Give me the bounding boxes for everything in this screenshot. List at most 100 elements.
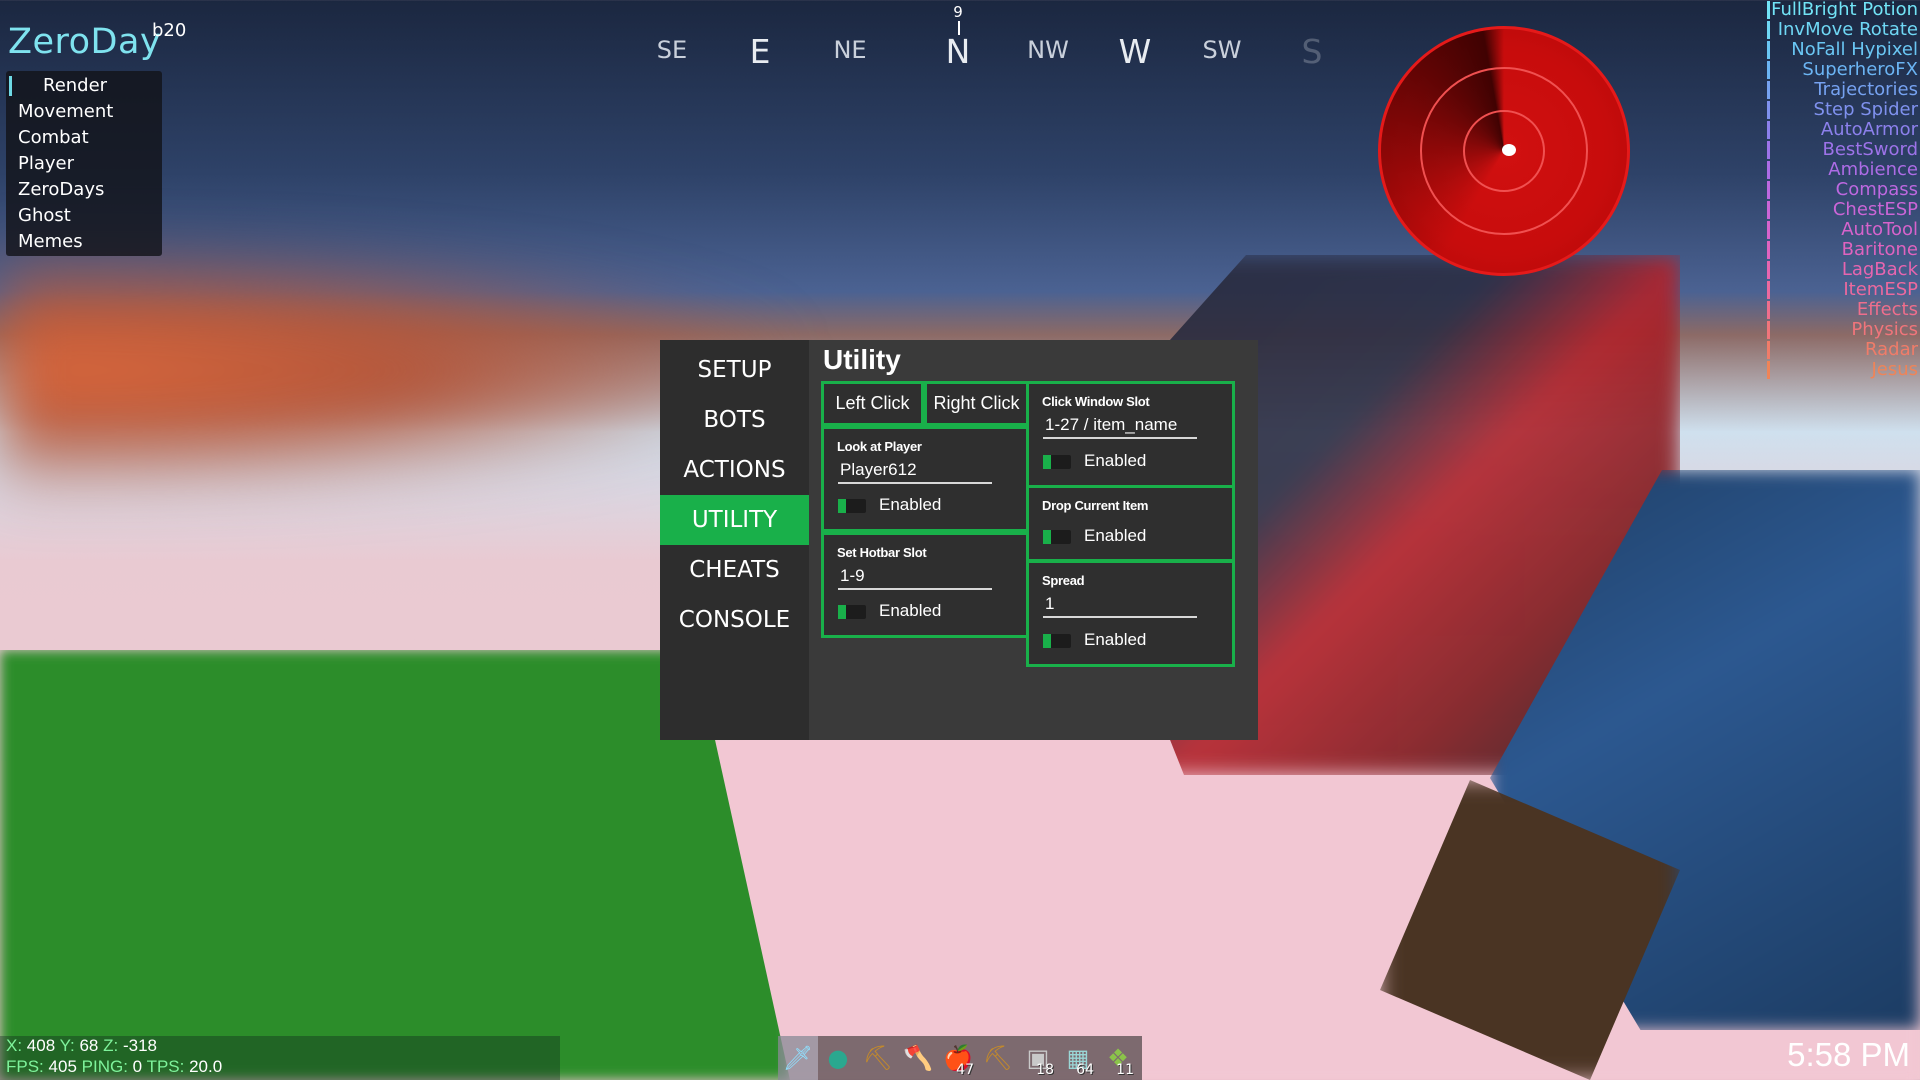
pickaxe-icon: ⛏ (862, 1044, 894, 1072)
hotbar-slot-6[interactable]: ⛏ (978, 1036, 1018, 1080)
tab-cheats[interactable]: CHEATS (660, 545, 809, 595)
set-hotbar-slot-input[interactable] (838, 564, 992, 590)
compass-dir-e: E (749, 32, 771, 71)
module-ambience: Ambience (1767, 160, 1918, 180)
spread-card: Spread Enabled (1026, 560, 1235, 667)
spread-toggle[interactable] (1043, 634, 1071, 648)
ping-value: 0 (132, 1057, 143, 1076)
position-readout: X: 408 Y: 68 Z: -318 (6, 1036, 157, 1056)
set-hotbar-slot-toggle-label: Enabled (879, 601, 942, 620)
compass-heading: 9 (953, 3, 963, 21)
hotbar-slot-8[interactable]: ▦ 64 (1058, 1036, 1098, 1080)
module-autoarmor: AutoArmor (1767, 120, 1918, 140)
category-render[interactable]: Render (6, 73, 162, 99)
hotbar-slot-9[interactable]: ❖ 11 (1098, 1036, 1138, 1080)
category-memes[interactable]: Memes (6, 229, 162, 255)
look-at-player-card: Look at Player Enabled (821, 426, 1029, 532)
bot-control-panel: SETUP BOTS ACTIONS UTILITY CHEATS CONSOLE Uti… (660, 340, 1258, 740)
category-ghost[interactable]: Ghost (6, 203, 162, 229)
module-baritone: Baritone (1767, 240, 1918, 260)
hotbar-slot-4[interactable]: 🪓 (898, 1036, 938, 1080)
drop-current-item-label: Drop Current Item (1042, 498, 1149, 513)
module-bestsword: BestSword (1767, 140, 1918, 160)
click-window-slot-toggle[interactable] (1043, 455, 1071, 469)
diamond-sword-icon: 🗡 (782, 1044, 814, 1072)
module-compass: Compass (1767, 180, 1918, 200)
hotbar-item-count: 18 (1036, 1062, 1054, 1078)
left-click-button[interactable]: Left Click (821, 381, 924, 426)
look-at-player-label: Look at Player (837, 439, 922, 454)
client-build: b20 (152, 20, 187, 41)
module-step-spider: Step Spider (1767, 100, 1918, 120)
category-zerodays[interactable]: ZeroDays (6, 177, 162, 203)
module-fullbright-potion: FullBright Potion (1767, 0, 1918, 20)
tab-bots[interactable]: BOTS (660, 395, 809, 445)
x-label: X: (6, 1036, 23, 1055)
module-physics: Physics (1767, 320, 1918, 340)
module-chestesp: ChestESP (1767, 200, 1918, 220)
y-label: Y: (59, 1036, 75, 1055)
client-logo: ZeroDay (8, 22, 162, 62)
spread-label: Spread (1042, 573, 1085, 588)
radar-player-blip (1502, 144, 1516, 156)
compass-dir-ne: NE (833, 36, 867, 64)
category-combat[interactable]: Combat (6, 125, 162, 151)
spread-toggle-label: Enabled (1084, 630, 1147, 649)
hotbar-slot-7[interactable]: ▣ 18 (1018, 1036, 1058, 1080)
module-radar: Radar (1767, 340, 1918, 360)
z-value: -318 (122, 1036, 157, 1055)
ping-label: PING: (81, 1057, 128, 1076)
look-at-player-toggle-label: Enabled (879, 495, 942, 514)
right-click-button[interactable]: Right Click (924, 381, 1029, 426)
module-invmove-rotate: InvMove Rotate (1767, 20, 1918, 40)
module-jesus: Jesus (1767, 360, 1918, 380)
tab-console[interactable]: CONSOLE (660, 595, 809, 645)
hotbar-item-count: 11 (1116, 1062, 1134, 1078)
arm-blur (1380, 780, 1680, 1080)
drop-current-item-toggle-label: Enabled (1084, 526, 1147, 545)
compass-dir-se: SE (656, 36, 688, 64)
drop-current-item-card: Drop Current Item Enabled (1026, 485, 1235, 562)
module-lagback: LagBack (1767, 260, 1918, 280)
tps-label: TPS: (146, 1057, 185, 1076)
spread-input[interactable] (1043, 592, 1197, 618)
held-item-blur (1490, 470, 1920, 1030)
radar-minimap (1378, 26, 1630, 276)
compass-bar: SE E NE N NW W SW S (600, 0, 1360, 90)
tab-utility[interactable]: UTILITY (660, 495, 809, 545)
hotbar: 🗡 ● ⛏ 🪓 🍎 47 ⛏ ▣ 18 ▦ 64 ❖ 11 (778, 1036, 1142, 1080)
look-at-player-toggle[interactable] (838, 499, 866, 513)
compass-tick (958, 21, 960, 35)
module-superherofx: SuperheroFX (1767, 60, 1918, 80)
y-value: 68 (79, 1036, 99, 1055)
tab-actions[interactable]: ACTIONS (660, 445, 809, 495)
hotbar-slot-1[interactable]: 🗡 (778, 1036, 818, 1080)
axe-icon: 🪓 (903, 1044, 933, 1072)
hotbar-item-count: 47 (956, 1062, 974, 1078)
set-hotbar-slot-label: Set Hotbar Slot (837, 545, 927, 560)
hotbar-slot-5[interactable]: 🍎 47 (938, 1036, 978, 1080)
hotbar-item-count: 64 (1076, 1062, 1094, 1078)
hotbar-slot-2[interactable]: ● (818, 1036, 858, 1080)
tps-value: 20.0 (189, 1057, 223, 1076)
click-window-slot-toggle-label: Enabled (1084, 451, 1147, 470)
drop-current-item-toggle[interactable] (1043, 530, 1071, 544)
module-effects: Effects (1767, 300, 1918, 320)
panel-sidebar: SETUP BOTS ACTIONS UTILITY CHEATS CONSOLE (660, 340, 809, 740)
category-player[interactable]: Player (6, 151, 162, 177)
compass-dir-n: N (945, 32, 971, 71)
hotbar-slot-3[interactable]: ⛏ (858, 1036, 898, 1080)
compass-dir-nw: NW (1027, 36, 1069, 64)
performance-readout: FPS: 405 PING: 0 TPS: 20.0 (6, 1057, 222, 1077)
click-window-slot-input[interactable] (1043, 413, 1197, 439)
tab-setup[interactable]: SETUP (660, 345, 809, 395)
z-label: Z: (103, 1036, 119, 1055)
set-hotbar-slot-toggle[interactable] (838, 605, 866, 619)
compass-dir-sw: SW (1202, 36, 1242, 64)
clock: 5:58 PM (1787, 1036, 1910, 1073)
look-at-player-input[interactable] (838, 458, 992, 484)
pickaxe-icon: ⛏ (982, 1044, 1014, 1072)
module-trajectories: Trajectories (1767, 80, 1918, 100)
category-movement[interactable]: Movement (6, 99, 162, 125)
ender-pearl-icon: ● (827, 1044, 849, 1072)
